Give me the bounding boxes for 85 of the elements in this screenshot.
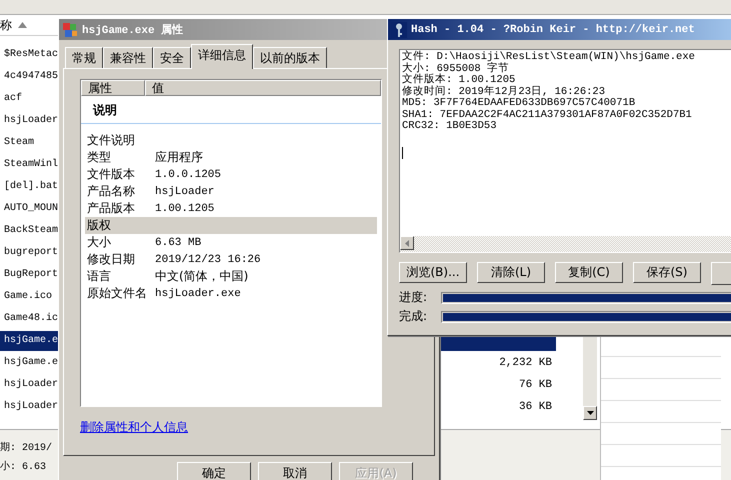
property-row[interactable]: 修改日期 2019/12/23 16:26 (85, 251, 377, 268)
property-value: 应用程序 (155, 149, 203, 166)
output-line: SHA1: 7EFDAA2C2F4AC211A379301AF87A0F02C352D7B1 (402, 110, 693, 121)
property-name: 产品名称 (87, 183, 136, 200)
tab[interactable]: 以前的版本 (253, 47, 327, 68)
file-size: 76 KB (518, 378, 553, 393)
file-name[interactable]: hsjLoader (0, 375, 58, 395)
property-name: 文件版本 (87, 166, 136, 183)
tab[interactable]: 安全 (153, 47, 191, 68)
tab[interactable]: 常规 (65, 47, 103, 68)
property-row[interactable]: 文件版本 1.0.0.1205 (85, 166, 377, 183)
file-name[interactable]: BugReport (0, 265, 58, 285)
remove-properties-link[interactable]: 删除属性和个人信息 (80, 419, 188, 436)
group-header: 说明 (81, 96, 381, 124)
property-name: 原始文件名 (87, 285, 148, 302)
detail-text: 小: 6.63 (0, 460, 46, 473)
output-text-area[interactable] (399, 49, 731, 253)
property-row[interactable]: 文件说明 (85, 132, 377, 149)
property-value: hsjLoader.exe (155, 288, 241, 300)
property-name: 大小 (87, 234, 112, 251)
file-name[interactable]: $ResMetac (0, 45, 58, 65)
file-name[interactable]: BackSteam (0, 221, 58, 241)
action-button[interactable]: 保存(S) (633, 262, 701, 283)
property-value: hsjLoader (155, 186, 214, 198)
scrollbar[interactable] (583, 335, 597, 420)
window-title: Hash - 1.04 - ?Robin Keir - http://keir.net (411, 24, 695, 36)
property-value: 6.63 MB (155, 236, 202, 248)
window-title: hsjGame.exe 属性 (82, 22, 184, 37)
text-cursor (402, 146, 403, 158)
property-row[interactable]: 大小 6.63 MB (85, 234, 377, 251)
dialog-button[interactable]: 确定 (177, 462, 251, 480)
progress-label: 进度: (399, 289, 428, 306)
property-row[interactable]: 原始文件名 hsjLoader.exe (85, 285, 377, 302)
property-value: 1.0.0.1205 (155, 168, 222, 180)
file-size: 2,232 KB (498, 356, 553, 371)
property-name: 版权 (87, 217, 112, 234)
property-value: 2019/12/23 16:26 (155, 254, 261, 266)
progress-label: 完成: (399, 308, 428, 325)
property-row[interactable]: 类型 应用程序 (85, 149, 377, 166)
file-name[interactable]: SteamWinl (0, 155, 58, 175)
column-header[interactable]: 称 (0, 16, 12, 34)
file-name[interactable]: 4c4947485 (0, 67, 58, 87)
app-icon (62, 22, 78, 38)
property-name: 语言 (87, 268, 112, 285)
file-name[interactable]: hsjLoader (0, 397, 58, 417)
output-line: 修改时间: 2019年12月23日, 16:26:23 (402, 86, 606, 98)
property-row[interactable]: 产品版本 1.00.1205 (85, 200, 377, 217)
sort-arrow-icon (18, 22, 27, 28)
action-button[interactable]: 浏览(B)... (399, 262, 467, 283)
tab[interactable]: 详细信息 (191, 44, 253, 69)
output-line: 文件: D:\Haosiji\ResList\Steam(WIN)\hsjGame.exe (402, 52, 696, 63)
scroll-down-icon[interactable] (583, 406, 597, 420)
property-name: 修改日期 (87, 251, 136, 268)
scroll-left-icon[interactable] (400, 236, 414, 250)
tab[interactable]: 兼容性 (103, 47, 153, 68)
selected-row[interactable]: 版权 (85, 217, 377, 234)
file-size: 36 KB (518, 400, 553, 415)
file-name[interactable]: hsjGame.e (0, 353, 58, 373)
property-name: 文件说明 (87, 132, 136, 149)
column-header[interactable]: 属性 (81, 80, 145, 96)
detail-text: 期: 2019/ (0, 440, 52, 454)
property-row[interactable]: 产品名称 hsjLoader (85, 183, 377, 200)
property-row[interactable]: 语言 中文(简体，中国) (85, 268, 377, 285)
horizontal-scrollbar[interactable] (400, 236, 731, 252)
file-name[interactable]: hsjLoader (0, 111, 58, 131)
output-line: 文件版本: 1.00.1205 (402, 75, 516, 86)
column-header[interactable]: 值 (145, 80, 381, 96)
file-name[interactable]: bugreport (0, 243, 58, 263)
dialog-button[interactable]: 取消 (258, 462, 332, 480)
output-line: MD5: 3F7F764EDAAFED633DB697C57C40071B (402, 98, 636, 110)
action-button[interactable]: 复制(C) (555, 262, 623, 283)
file-name[interactable]: Steam (0, 133, 58, 153)
file-name[interactable]: AUTO_MOUN (0, 199, 58, 219)
file-name[interactable]: [del].bat (0, 177, 58, 197)
file-name[interactable]: Game.ico (0, 287, 58, 307)
file-name[interactable]: hsjGame.e (0, 331, 58, 351)
action-button[interactable]: 清除(L) (477, 262, 545, 283)
file-name[interactable]: Game48.ic (0, 309, 58, 329)
file-name[interactable]: acf (0, 89, 58, 109)
property-name: 类型 (87, 149, 112, 166)
output-line: 大小: 6955008 字节 (402, 64, 510, 74)
output-line: CRC32: 1B0E3D53 (402, 121, 498, 132)
property-value: 中文(简体，中国) (155, 268, 248, 285)
property-value: 1.00.1205 (155, 202, 214, 214)
property-name: 产品版本 (87, 200, 136, 217)
